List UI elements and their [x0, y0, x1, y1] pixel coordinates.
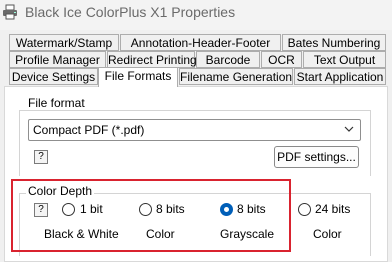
radio-1bit-sublabel: Black & White: [44, 227, 119, 241]
tab-file-formats[interactable]: File Formats: [98, 67, 178, 87]
title-bar: Black Ice ColorPlus X1 Properties: [0, 0, 392, 30]
radio-8bit-grayscale-sublabel: Grayscale: [220, 227, 275, 241]
tab-watermark-stamp[interactable]: Watermark/Stamp: [9, 34, 119, 51]
printer-icon: [2, 4, 18, 20]
color-depth-help-button[interactable]: ?: [34, 203, 48, 217]
color-depth-legend: Color Depth: [26, 184, 95, 198]
file-format-value: Compact PDF (*.pdf): [33, 123, 145, 137]
radio-8bit-grayscale-label: 8 bits: [237, 202, 266, 216]
tab-barcode[interactable]: Barcode: [196, 51, 260, 68]
radio-8bit-color-label: 8 bits: [156, 202, 185, 216]
file-format-select[interactable]: Compact PDF (*.pdf): [28, 119, 361, 141]
file-format-legend: File format: [26, 96, 87, 110]
tab-profile-manager[interactable]: Profile Manager: [9, 51, 106, 68]
radio-8bit-color-sublabel: Color: [146, 227, 175, 241]
chevron-down-icon: [344, 123, 354, 135]
tab-bates-numbering[interactable]: Bates Numbering: [282, 34, 386, 51]
tab-annotation-header-footer[interactable]: Annotation-Header-Footer: [120, 34, 281, 51]
tab-ocr[interactable]: OCR: [261, 51, 302, 68]
tab-device-settings[interactable]: Device Settings: [9, 68, 98, 85]
window-title: Black Ice ColorPlus X1 Properties: [25, 4, 236, 20]
pdf-settings-button[interactable]: PDF settings...: [274, 146, 359, 168]
file-format-help-button[interactable]: ?: [34, 150, 48, 164]
radio-8bit-color[interactable]: [139, 203, 152, 216]
radio-24bit-sublabel: Color: [313, 227, 342, 241]
radio-24bit-label: 24 bits: [315, 202, 351, 216]
tab-redirect-printing[interactable]: Redirect Printing: [107, 51, 197, 68]
tab-filename-generation[interactable]: Filename Generation: [179, 68, 293, 85]
radio-1bit[interactable]: [62, 203, 75, 216]
tab-text-output[interactable]: Text Output: [303, 51, 386, 68]
tab-start-application[interactable]: Start Application: [294, 68, 386, 85]
radio-24bit[interactable]: [298, 203, 311, 216]
radio-8bit-grayscale[interactable]: [220, 203, 233, 216]
radio-1bit-label: 1 bit: [80, 202, 103, 216]
